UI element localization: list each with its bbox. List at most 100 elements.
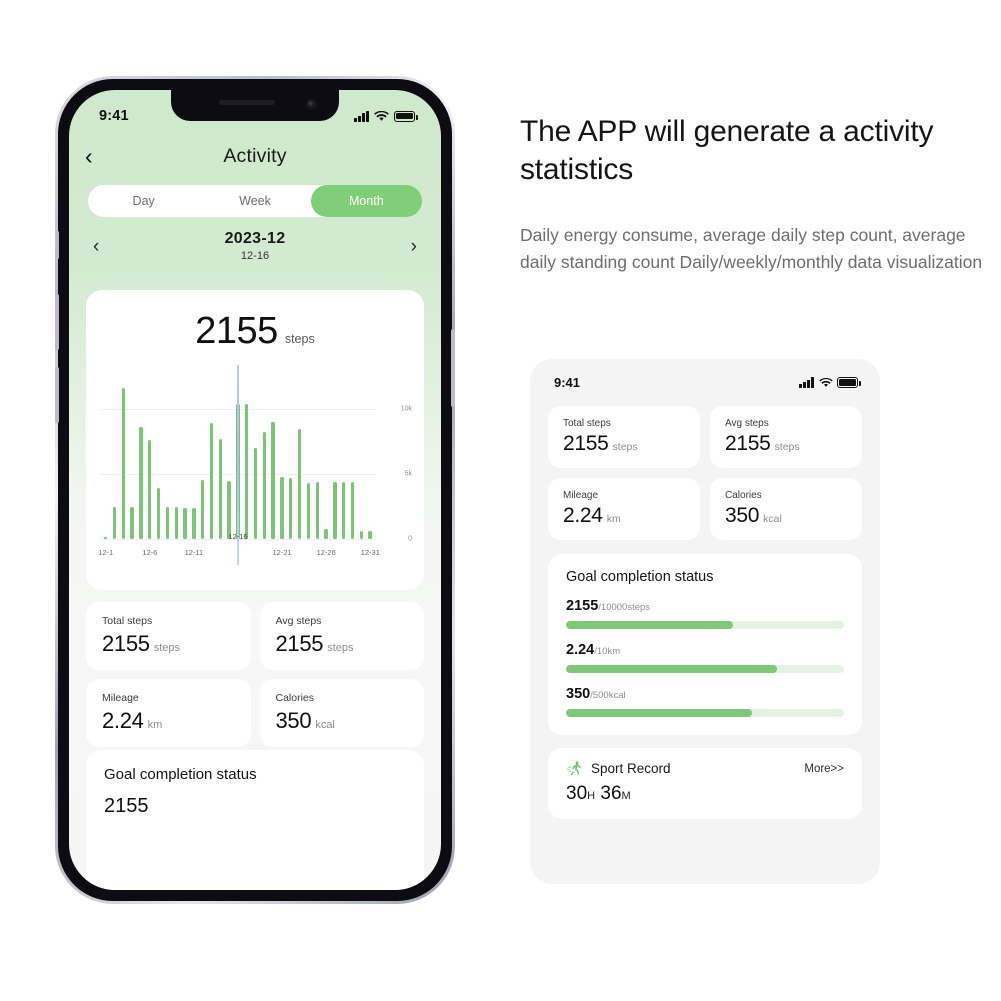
panel-status-time: 9:41 [554, 375, 581, 390]
chart-bar [112, 507, 117, 539]
chart-bar [218, 438, 222, 539]
chart-bar [183, 507, 187, 539]
chart-bar [306, 483, 311, 539]
chart-bar [121, 388, 126, 539]
goal-progress-bar [566, 665, 844, 673]
phone-body: 9:41 ‹ Activity Day Week Month ‹ › 2023-… [55, 79, 455, 901]
power-button[interactable] [451, 329, 455, 407]
sport-minutes-unit: M [621, 790, 631, 802]
steps-summary: 2155 steps [86, 290, 424, 353]
phone-goal-peek-value: 2155 [104, 795, 149, 817]
sport-record-more-link[interactable]: More>> [804, 763, 844, 775]
tab-month[interactable]: Month [310, 185, 422, 217]
next-month-button[interactable]: › [411, 236, 417, 258]
stat-card-unit: steps [774, 441, 800, 453]
stat-card: Calories 350 kcal [710, 478, 862, 540]
battery-icon [394, 110, 418, 122]
wifi-icon [374, 110, 389, 121]
back-button[interactable]: ‹ [85, 144, 93, 168]
prev-month-button[interactable]: ‹ [93, 236, 99, 258]
goal-progress-fill [566, 665, 778, 673]
stat-card-unit: steps [612, 441, 638, 453]
sport-record-card[interactable]: Sport Record More>> 30H 36M [548, 748, 862, 819]
volume-down-button[interactable] [55, 367, 59, 423]
goal-progress-text: 350/500kcal [566, 685, 844, 703]
sport-record-header: Sport Record More>> [566, 760, 844, 777]
stat-card-label: Mileage [102, 692, 139, 704]
battery-icon [837, 377, 861, 388]
stat-card-value: 2.24 [102, 708, 144, 733]
month-selector-center: 2023-12 12-16 [81, 230, 429, 262]
stat-card-value: 2155 [563, 432, 609, 455]
phone-goal-card: Goal completion status 2155 [86, 750, 424, 890]
x-axis-tick-label: 12-31 [360, 548, 380, 557]
phone-nav-bar: ‹ Activity [69, 134, 441, 178]
stat-card-unit: steps [327, 642, 354, 654]
stat-card-label: Mileage [563, 490, 599, 501]
phone-status-bar: 9:41 [69, 90, 441, 132]
running-person-icon [566, 761, 582, 776]
selected-day-label: 12-16 [240, 250, 270, 262]
tab-week[interactable]: Week [199, 185, 310, 217]
stat-card-label: Avg steps [725, 418, 769, 429]
cellular-signal-icon [354, 110, 369, 122]
chart-bar [253, 448, 258, 539]
silent-switch-button[interactable] [56, 231, 59, 259]
x-axis-tick-label: 12-11 [184, 548, 204, 557]
goal-current-value: 2155 [566, 598, 599, 614]
chart-bar [324, 528, 328, 539]
chart-bar [350, 482, 355, 539]
poster-root: 9:41 ‹ Activity Day Week Month ‹ › 2023-… [0, 0, 1001, 1001]
stat-card: Avg steps 2155 steps [710, 406, 862, 468]
goal-progress-bar [566, 709, 844, 717]
phone-goal-title: Goal completion status [104, 766, 257, 783]
volume-up-button[interactable] [55, 294, 59, 350]
panel-status-bar: 9:41 [530, 359, 880, 390]
stat-card: Total steps 2155 steps [548, 406, 700, 468]
stat-card-value-row: 2155 steps [563, 432, 700, 456]
goal-progress-row: 2155/10000steps [566, 597, 844, 629]
sport-minutes: 36 [600, 783, 622, 804]
y-axis-tick-label: 0 [408, 535, 412, 543]
stat-card: Total steps 2155 steps [86, 602, 251, 670]
y-axis-tick-label: 10k [400, 405, 412, 413]
stat-card-value: 350 [725, 504, 760, 527]
chart-bar [148, 440, 152, 539]
tab-day[interactable]: Day [88, 185, 199, 217]
steps-bar-chart: 0 5k 10k [100, 365, 412, 565]
chart-bar [368, 530, 372, 539]
stat-card-value-row: 2.24 km [563, 504, 700, 528]
period-segmented-control[interactable]: Day Week Month [88, 185, 422, 217]
chart-bar [297, 428, 302, 539]
chart-bar [192, 507, 196, 539]
chart-bar [341, 482, 346, 539]
stat-card-label: Total steps [102, 615, 153, 627]
panel-stat-grid: Total steps 2155 steps Avg steps 2155 steps Mi… [530, 390, 880, 540]
chart-bar [289, 477, 293, 539]
y-axis-tick-label: 5k [404, 470, 412, 478]
month-label: 2023-12 [224, 230, 286, 247]
stat-card-value: 2155 [102, 631, 150, 656]
stat-card-value-row: 2155 steps [725, 432, 862, 456]
stat-card-label: Calories [275, 692, 315, 704]
x-axis-tick-label: 12-21 [272, 548, 292, 557]
month-selector: ‹ › 2023-12 12-16 [81, 230, 429, 278]
wifi-icon [818, 377, 833, 387]
marketing-headline: The APP will generate a activity statist… [520, 115, 934, 186]
phone-stat-grid: Total steps 2155 steps Avg steps 2155 steps Mi… [86, 602, 424, 747]
sport-hours-unit: H [587, 790, 596, 802]
chart-bar [333, 482, 337, 539]
stat-card-unit: kcal [763, 513, 782, 525]
sport-hours: 30 [566, 783, 588, 804]
chart-bottom-dot [240, 574, 270, 590]
stat-card-label: Avg steps [275, 615, 322, 627]
stat-card-value: 350 [275, 708, 312, 733]
goal-progress-row: 2.24/10km [566, 641, 844, 673]
goal-target-value: /10km [594, 646, 621, 657]
chart-bar [227, 480, 231, 539]
goal-progress-fill [566, 621, 733, 629]
stat-card: Mileage 2.24 km [86, 679, 251, 747]
detail-panel: 9:41 Total steps 2155 steps Avg steps 2155st… [530, 359, 880, 884]
chart-bar [139, 427, 143, 539]
status-icons [354, 110, 418, 122]
